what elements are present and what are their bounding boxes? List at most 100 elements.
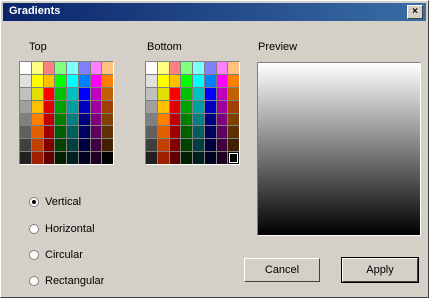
bottom-color-swatch[interactable] — [146, 126, 157, 139]
top-color-swatch[interactable] — [31, 74, 43, 87]
bottom-color-swatch[interactable] — [157, 113, 169, 126]
bottom-color-swatch[interactable] — [204, 74, 216, 87]
top-color-swatch[interactable] — [55, 87, 66, 100]
top-color-swatch[interactable] — [31, 139, 43, 152]
top-color-swatch[interactable] — [102, 152, 113, 164]
bottom-color-swatch[interactable] — [216, 152, 228, 164]
top-color-swatch[interactable] — [31, 100, 43, 113]
bottom-color-swatch[interactable] — [169, 126, 181, 139]
bottom-color-swatch[interactable] — [193, 113, 204, 126]
bottom-color-swatch[interactable] — [181, 62, 192, 74]
bottom-color-swatch[interactable] — [157, 100, 169, 113]
bottom-color-swatch[interactable] — [216, 113, 228, 126]
top-color-swatch[interactable] — [55, 126, 66, 139]
top-color-swatch[interactable] — [20, 74, 31, 87]
bottom-color-swatch[interactable] — [204, 100, 216, 113]
top-color-swatch[interactable] — [102, 113, 113, 126]
top-color-swatch[interactable] — [90, 62, 102, 74]
top-color-swatch[interactable] — [43, 113, 55, 126]
bottom-color-swatch[interactable] — [157, 74, 169, 87]
top-color-swatch[interactable] — [55, 74, 66, 87]
top-color-swatch[interactable] — [90, 152, 102, 164]
bottom-color-swatch[interactable] — [193, 152, 204, 164]
radio-button[interactable] — [29, 224, 39, 234]
bottom-color-swatch[interactable] — [216, 139, 228, 152]
bottom-color-swatch[interactable] — [181, 139, 192, 152]
bottom-color-swatch[interactable] — [228, 113, 239, 126]
top-color-swatch[interactable] — [43, 139, 55, 152]
top-color-swatch[interactable] — [20, 87, 31, 100]
top-color-grid[interactable] — [19, 61, 114, 165]
bottom-color-swatch[interactable] — [204, 113, 216, 126]
bottom-color-swatch[interactable] — [204, 126, 216, 139]
bottom-color-swatch[interactable] — [157, 126, 169, 139]
top-color-swatch[interactable] — [31, 126, 43, 139]
top-color-swatch[interactable] — [67, 152, 78, 164]
top-color-swatch[interactable] — [43, 87, 55, 100]
bottom-color-swatch[interactable] — [169, 113, 181, 126]
top-color-swatch[interactable] — [31, 87, 43, 100]
bottom-color-swatch[interactable] — [181, 126, 192, 139]
top-color-swatch[interactable] — [31, 62, 43, 74]
top-color-swatch[interactable] — [43, 126, 55, 139]
bottom-color-swatch[interactable] — [146, 113, 157, 126]
bottom-color-swatch[interactable] — [193, 139, 204, 152]
top-color-swatch[interactable] — [31, 152, 43, 164]
top-color-swatch[interactable] — [20, 126, 31, 139]
bottom-color-swatch[interactable] — [169, 74, 181, 87]
bottom-color-swatch[interactable] — [169, 152, 181, 164]
top-color-swatch[interactable] — [43, 62, 55, 74]
top-color-swatch[interactable] — [78, 87, 90, 100]
top-color-swatch[interactable] — [67, 126, 78, 139]
top-color-swatch[interactable] — [43, 152, 55, 164]
bottom-color-grid[interactable] — [145, 61, 240, 165]
bottom-color-swatch[interactable] — [181, 152, 192, 164]
bottom-color-swatch[interactable] — [169, 87, 181, 100]
radio-button[interactable] — [29, 197, 39, 207]
bottom-color-swatch[interactable] — [169, 100, 181, 113]
top-color-swatch[interactable] — [20, 62, 31, 74]
top-color-swatch[interactable] — [102, 139, 113, 152]
bottom-color-swatch[interactable] — [169, 62, 181, 74]
bottom-color-swatch[interactable] — [216, 126, 228, 139]
bottom-color-swatch[interactable] — [228, 126, 239, 139]
top-color-swatch[interactable] — [102, 87, 113, 100]
top-color-swatch[interactable] — [55, 62, 66, 74]
top-color-swatch[interactable] — [102, 74, 113, 87]
top-color-swatch[interactable] — [55, 152, 66, 164]
top-color-swatch[interactable] — [90, 139, 102, 152]
top-color-swatch[interactable] — [78, 139, 90, 152]
bottom-color-swatch[interactable] — [193, 100, 204, 113]
bottom-color-swatch[interactable] — [204, 139, 216, 152]
top-color-swatch[interactable] — [20, 152, 31, 164]
bottom-color-swatch[interactable] — [193, 74, 204, 87]
bottom-color-swatch[interactable] — [146, 100, 157, 113]
bottom-color-swatch[interactable] — [204, 87, 216, 100]
orientation-option-vertical[interactable]: Vertical — [29, 194, 81, 210]
close-icon[interactable]: × — [407, 5, 423, 19]
bottom-color-swatch[interactable] — [181, 100, 192, 113]
bottom-color-swatch[interactable] — [157, 139, 169, 152]
top-color-swatch[interactable] — [90, 100, 102, 113]
top-color-swatch[interactable] — [102, 100, 113, 113]
top-color-swatch[interactable] — [67, 113, 78, 126]
bottom-color-swatch[interactable] — [228, 74, 239, 87]
bottom-color-swatch[interactable] — [146, 152, 157, 164]
top-color-swatch[interactable] — [78, 126, 90, 139]
bottom-color-swatch[interactable] — [228, 62, 239, 74]
bottom-color-swatch[interactable] — [193, 126, 204, 139]
top-color-swatch[interactable] — [67, 139, 78, 152]
bottom-color-swatch[interactable] — [181, 87, 192, 100]
top-color-swatch[interactable] — [102, 126, 113, 139]
top-color-swatch[interactable] — [67, 62, 78, 74]
cancel-button[interactable]: Cancel — [244, 258, 320, 282]
orientation-option-rectangular[interactable]: Rectangular — [29, 273, 104, 289]
bottom-color-swatch[interactable] — [216, 62, 228, 74]
top-color-swatch[interactable] — [43, 74, 55, 87]
radio-button[interactable] — [29, 250, 39, 260]
bottom-color-swatch[interactable] — [216, 100, 228, 113]
top-color-swatch[interactable] — [90, 74, 102, 87]
top-color-swatch[interactable] — [55, 100, 66, 113]
top-color-swatch[interactable] — [90, 87, 102, 100]
top-color-swatch[interactable] — [20, 113, 31, 126]
